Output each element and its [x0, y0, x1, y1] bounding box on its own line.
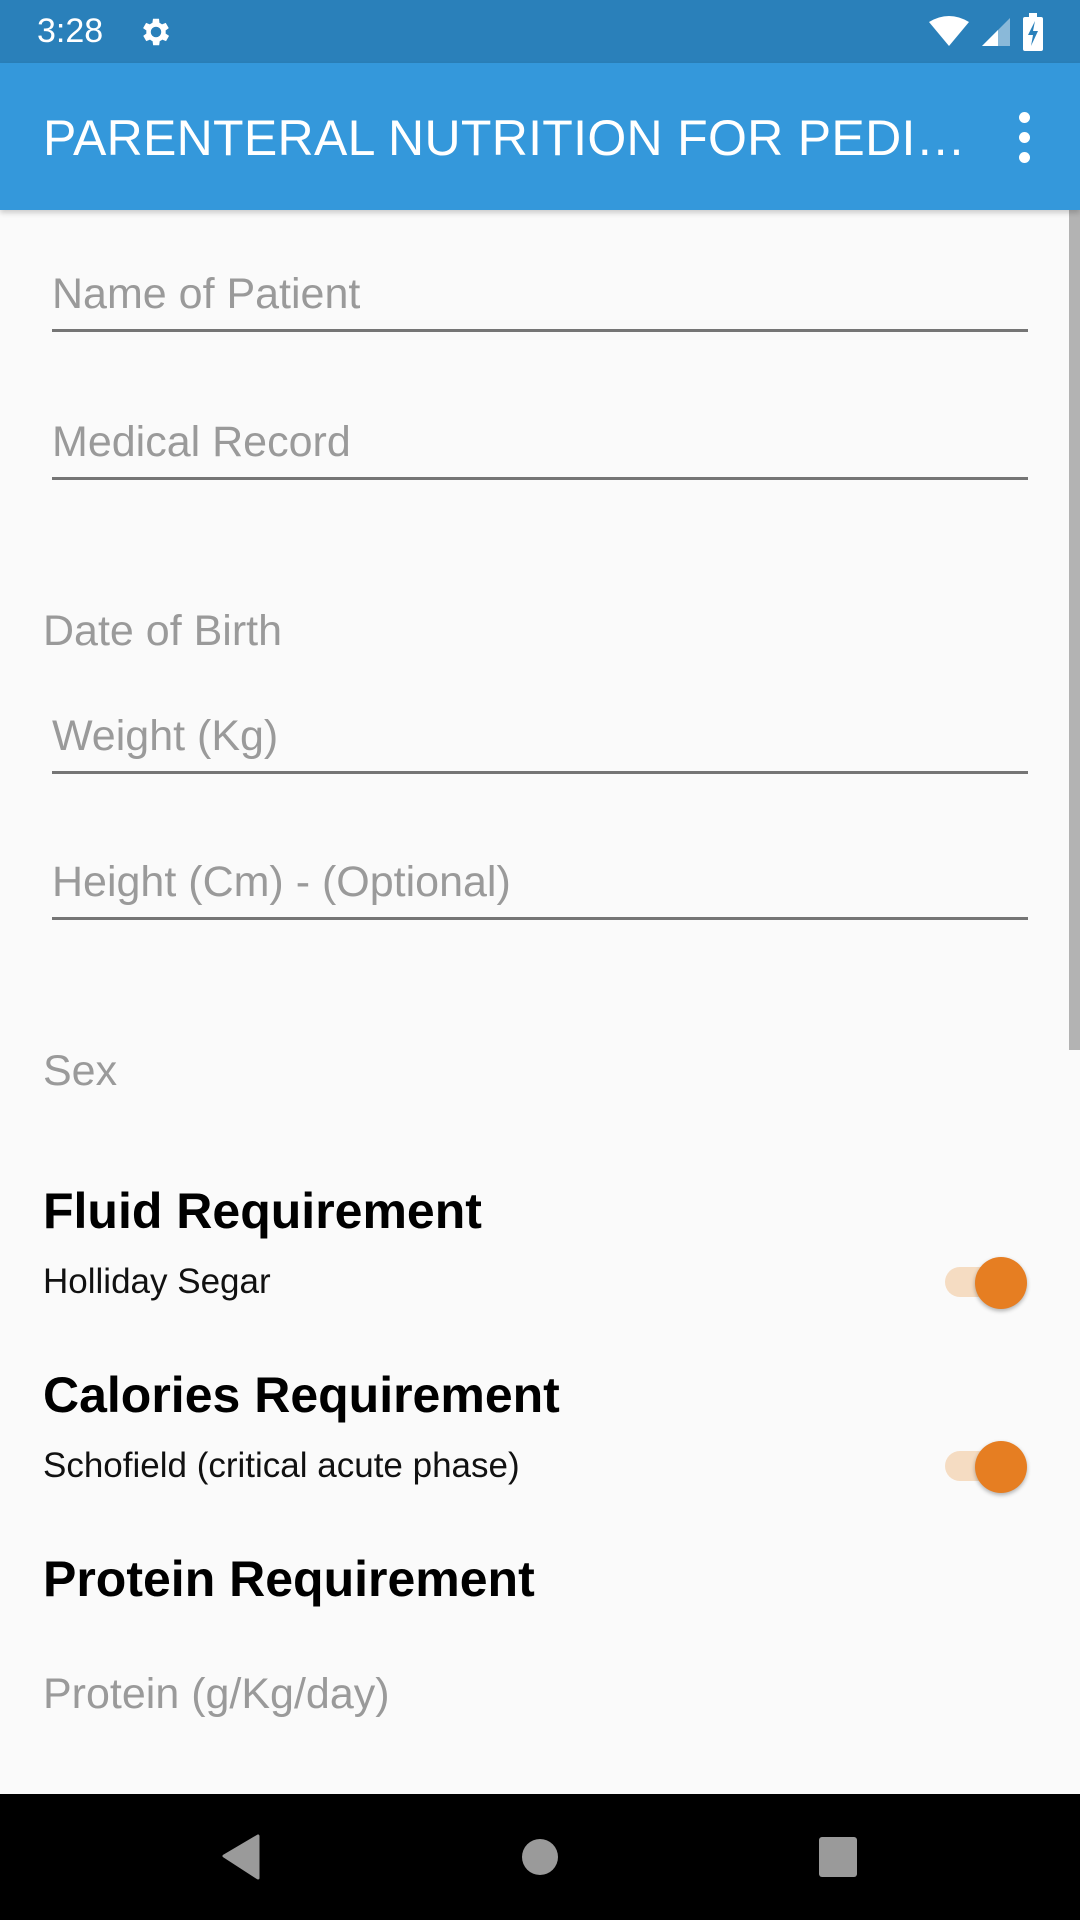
name-of-patient-input[interactable] [52, 242, 1028, 328]
field-underline [52, 771, 1028, 774]
status-icons [928, 12, 1044, 52]
app-bar: PARENTERAL NUTRITION FOR PEDI… [0, 63, 1080, 210]
calories-method-label: Schofield (critical acute phase) [43, 1446, 520, 1485]
medical-record-input[interactable] [52, 390, 1028, 476]
protein-field-label[interactable]: Protein (g/Kg/day) [43, 1670, 390, 1719]
status-time: 3:28 [37, 12, 104, 50]
gear-icon [143, 18, 170, 46]
weight-input[interactable] [52, 684, 1028, 770]
recents-icon [819, 1837, 857, 1877]
switch-thumb [975, 1257, 1027, 1309]
back-icon [222, 1834, 260, 1880]
more-vert-icon [1018, 111, 1030, 123]
fluid-method-switch[interactable] [945, 1252, 1029, 1312]
form-content: Date of Birth Sex Fluid Requirement Holl… [0, 210, 1080, 1794]
more-vert-icon-dot [1018, 151, 1030, 163]
fluid-requirement-title: Fluid Requirement [43, 1183, 482, 1239]
battery-charging-icon [1023, 13, 1043, 51]
home-button[interactable] [500, 1824, 580, 1890]
navigation-bar [0, 1794, 1080, 1920]
fluid-method-label: Holliday Segar [43, 1262, 271, 1301]
date-of-birth-picker[interactable]: Date of Birth [43, 607, 282, 656]
sex-selector[interactable]: Sex [43, 1047, 117, 1096]
field-underline [52, 477, 1028, 480]
wifi-icon [929, 16, 969, 46]
name-of-patient-field[interactable] [52, 242, 1028, 332]
calories-method-switch[interactable] [945, 1436, 1029, 1496]
protein-requirement-title: Protein Requirement [43, 1551, 535, 1607]
home-icon [522, 1839, 558, 1875]
more-vert-icon-dot [1018, 131, 1030, 143]
overflow-menu-button[interactable] [990, 99, 1058, 175]
height-input[interactable] [52, 830, 1028, 916]
status-bar: 3:28 [0, 0, 1080, 63]
signal-icon [982, 18, 1010, 46]
field-underline [52, 917, 1028, 920]
field-underline [52, 329, 1028, 332]
medical-record-field[interactable] [52, 390, 1028, 480]
height-field[interactable] [52, 830, 1028, 920]
calories-requirement-title: Calories Requirement [43, 1367, 560, 1423]
weight-field[interactable] [52, 684, 1028, 774]
scrollbar[interactable] [1069, 210, 1080, 1050]
back-button[interactable] [200, 1824, 280, 1890]
switch-thumb [975, 1441, 1027, 1493]
app-title: PARENTERAL NUTRITION FOR PEDI… [43, 110, 966, 166]
recents-button[interactable] [798, 1824, 878, 1890]
